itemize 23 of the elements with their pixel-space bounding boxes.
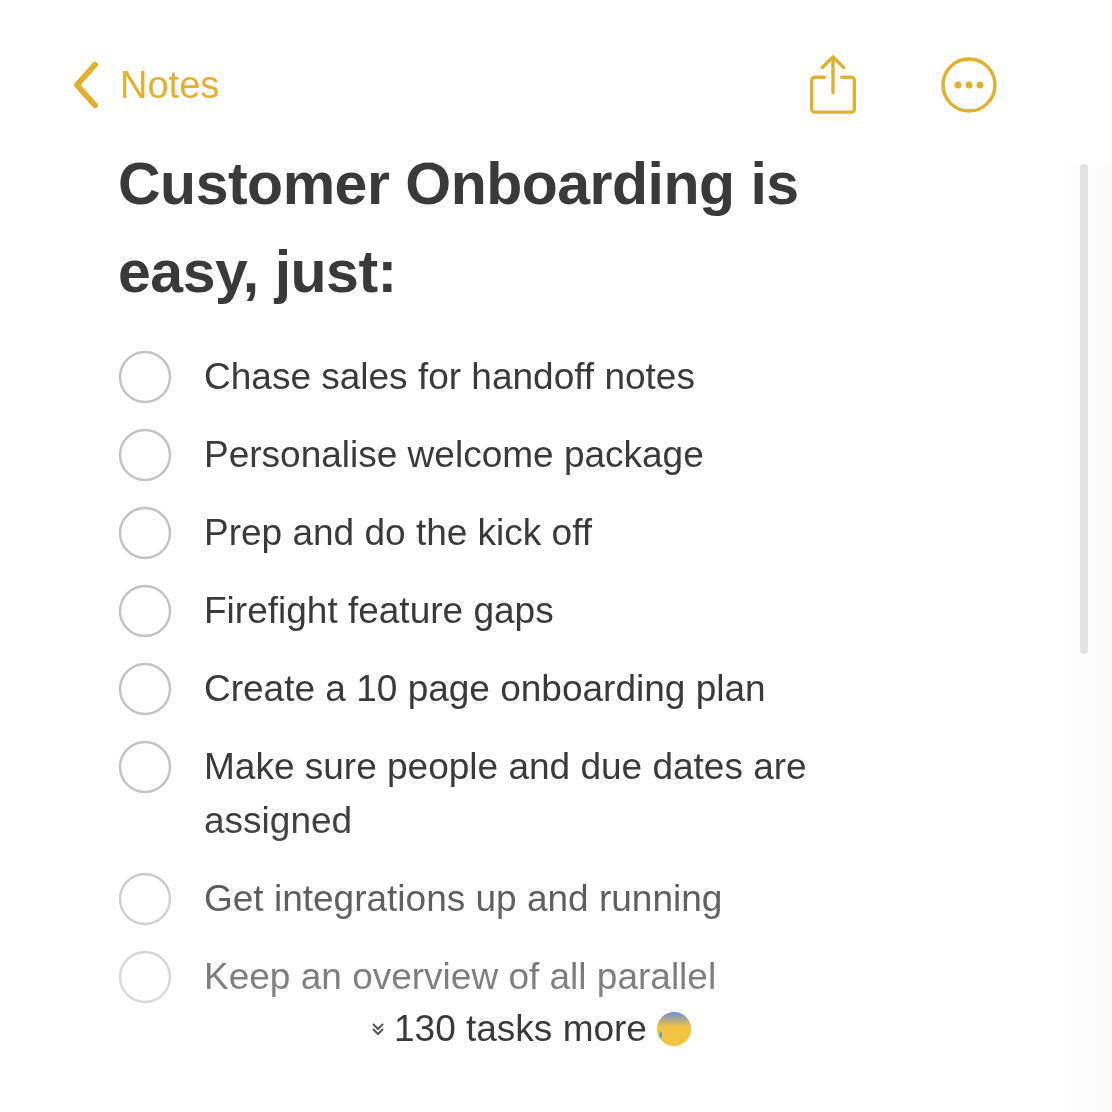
checkbox[interactable] <box>118 350 172 404</box>
checkbox[interactable] <box>118 506 172 560</box>
checkbox[interactable] <box>118 740 172 794</box>
more-tasks-label[interactable]: 130 tasks more <box>394 1008 647 1050</box>
checkbox[interactable] <box>118 662 172 716</box>
task-text: Personalise welcome package <box>204 433 704 477</box>
checkbox[interactable] <box>118 950 172 1004</box>
chevron-left-icon <box>72 60 100 110</box>
task-text: Chase sales for handoff notes <box>204 355 695 399</box>
more-icon[interactable] <box>940 56 998 114</box>
task-text: Make sure people and due dates are assigned <box>204 745 808 843</box>
scrollbar-thumb[interactable] <box>1080 164 1088 654</box>
checkbox[interactable] <box>118 584 172 638</box>
double-chevron-down-icon <box>370 1021 386 1037</box>
share-icon[interactable] <box>808 54 858 116</box>
checkbox[interactable] <box>118 872 172 926</box>
task-text: Create a 10 page onboarding plan <box>204 667 766 711</box>
task-text: Prep and do the kick off <box>204 511 593 555</box>
note-title: Customer Onboarding is easy, just: <box>118 150 800 307</box>
checkbox[interactable] <box>118 428 172 482</box>
task-text: Firefight feature gaps <box>204 589 554 633</box>
task-text: Get integrations up and running <box>204 877 723 921</box>
task-text: Keep an overview of all parallel <box>204 955 717 999</box>
